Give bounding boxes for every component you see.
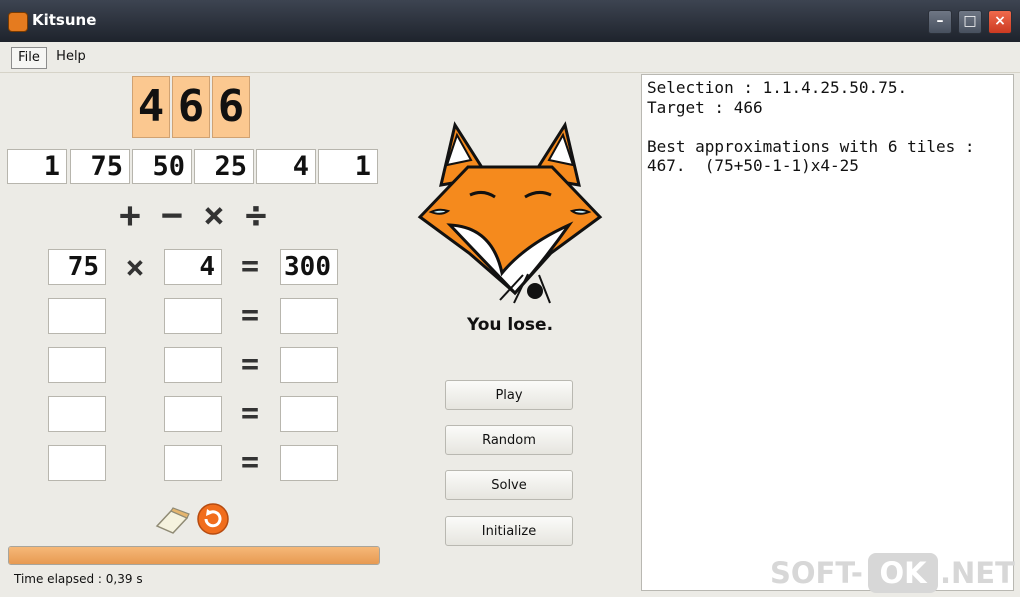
calculation-result: 300 bbox=[280, 249, 338, 285]
empty-left-operand[interactable] bbox=[48, 445, 106, 481]
empty-right-operand[interactable] bbox=[164, 298, 222, 334]
number-tile[interactable]: 25 bbox=[194, 149, 254, 184]
plus-operator-button[interactable]: + bbox=[112, 198, 148, 234]
watermark-right: .NET bbox=[940, 556, 1015, 590]
multiply-operator-button[interactable]: × bbox=[196, 198, 232, 234]
calculation-result-value: 300 bbox=[284, 252, 331, 282]
calculation-left-value: 75 bbox=[67, 252, 99, 282]
menu-file[interactable]: File bbox=[11, 47, 47, 69]
calculation-right-value: 4 bbox=[199, 252, 215, 282]
close-button[interactable]: × bbox=[988, 10, 1012, 34]
calculation-right-operand: 4 bbox=[164, 249, 222, 285]
empty-left-operand[interactable] bbox=[48, 396, 106, 432]
target-line: Target : 466 bbox=[647, 98, 763, 117]
refresh-icon[interactable] bbox=[197, 503, 229, 535]
play-button[interactable]: Play bbox=[445, 380, 573, 410]
target-digit: 6 bbox=[212, 76, 250, 138]
number-tile[interactable]: 1 bbox=[7, 149, 67, 184]
watermark-left: SOFT- bbox=[770, 556, 863, 590]
bottom-tool-icons bbox=[155, 502, 235, 536]
time-progress-bar bbox=[8, 546, 380, 565]
fox-icon bbox=[8, 12, 28, 32]
empty-result bbox=[280, 396, 338, 432]
equals-sign: = bbox=[240, 396, 260, 431]
approximation-heading: Best approximations with 6 tiles : bbox=[647, 137, 975, 156]
target-digit: 6 bbox=[172, 76, 210, 138]
equals-sign: = bbox=[240, 445, 260, 480]
calculation-left-operand: 75 bbox=[48, 249, 106, 285]
calculation-operator: × bbox=[125, 248, 145, 286]
menu-bar: File Help bbox=[0, 42, 1020, 73]
random-button[interactable]: Random bbox=[445, 425, 573, 455]
empty-right-operand[interactable] bbox=[164, 396, 222, 432]
equals-sign: = bbox=[240, 249, 260, 284]
crying-fox-illustration bbox=[417, 121, 603, 304]
solve-button[interactable]: Solve bbox=[445, 470, 573, 500]
eraser-icon[interactable] bbox=[155, 507, 190, 534]
equals-sign: = bbox=[240, 347, 260, 382]
minimize-button[interactable]: – bbox=[928, 10, 952, 34]
initialize-button[interactable]: Initialize bbox=[445, 516, 573, 546]
number-tile[interactable]: 75 bbox=[70, 149, 130, 184]
approximation-result: 467. (75+50-1-1)x4-25 bbox=[647, 156, 859, 175]
progress-fill bbox=[9, 547, 379, 564]
empty-left-operand[interactable] bbox=[48, 298, 106, 334]
equals-sign: = bbox=[240, 298, 260, 333]
watermark-ok: OK bbox=[868, 553, 938, 593]
time-elapsed-status: Time elapsed : 0,39 s bbox=[14, 572, 143, 586]
app-window: Kitsune – □ × File Help 4 6 6 1 75 50 25… bbox=[0, 0, 1020, 597]
number-tile[interactable]: 1 bbox=[318, 149, 378, 184]
title-bar: Kitsune – □ × bbox=[0, 0, 1020, 43]
empty-result bbox=[280, 298, 338, 334]
selection-line: Selection : 1.1.4.25.50.75. bbox=[647, 78, 908, 97]
maximize-button[interactable]: □ bbox=[958, 10, 982, 34]
menu-help[interactable]: Help bbox=[55, 47, 87, 67]
minus-operator-button[interactable]: − bbox=[154, 198, 190, 234]
number-tile[interactable]: 50 bbox=[132, 149, 192, 184]
empty-result bbox=[280, 445, 338, 481]
target-digit: 4 bbox=[132, 76, 170, 138]
empty-right-operand[interactable] bbox=[164, 347, 222, 383]
divide-operator-button[interactable]: ÷ bbox=[238, 198, 274, 234]
result-message: You lose. bbox=[466, 315, 554, 335]
number-tile[interactable]: 4 bbox=[256, 149, 316, 184]
empty-left-operand[interactable] bbox=[48, 347, 106, 383]
solution-output-panel: Selection : 1.1.4.25.50.75. Target : 466… bbox=[641, 74, 1014, 591]
window-title: Kitsune bbox=[32, 11, 97, 29]
empty-result bbox=[280, 347, 338, 383]
empty-right-operand[interactable] bbox=[164, 445, 222, 481]
tool-icons-svg bbox=[155, 503, 229, 535]
